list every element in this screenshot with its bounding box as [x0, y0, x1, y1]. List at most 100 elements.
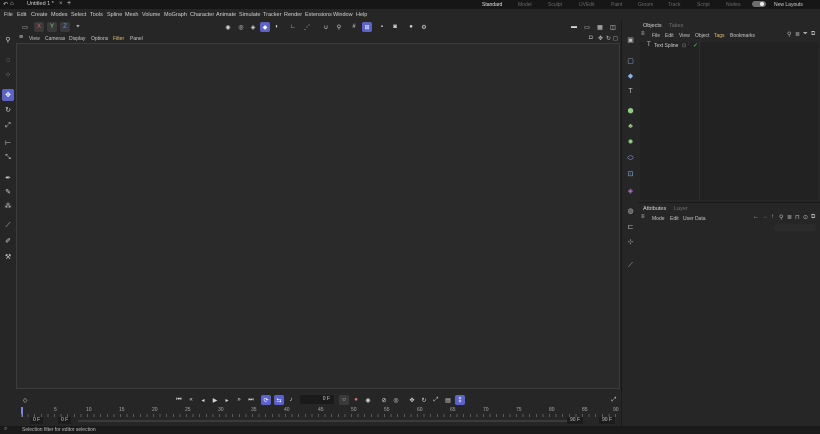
go-to-end-icon[interactable]: ⏭ — [246, 395, 256, 405]
scale-tool-icon[interactable]: ⤢ — [2, 120, 14, 132]
record-keyframe-icon[interactable]: ◉ — [363, 395, 373, 405]
viewport-menu-options[interactable]: Options — [91, 36, 108, 42]
spline-pen-icon[interactable]: ✒ — [2, 172, 14, 184]
forward-arrow-icon[interactable]: → — [762, 214, 768, 220]
tweak-mode-icon[interactable]: ⋰ — [302, 22, 312, 32]
3d-viewport[interactable] — [16, 43, 620, 389]
paint-tool-icon[interactable]: ✐ — [2, 235, 14, 247]
object-manager-toggle-icon[interactable]: ▣ — [625, 34, 636, 45]
viewport-camera-icon[interactable]: ◘ — [589, 35, 593, 41]
objects-menu-tags[interactable]: Tags — [714, 33, 725, 39]
menu-tools[interactable]: Tools — [90, 12, 103, 18]
cloner-icon[interactable]: ♣ — [625, 121, 636, 132]
axis-y-lock[interactable]: Y — [47, 22, 57, 32]
next-frame-icon[interactable]: ▸ — [222, 395, 232, 405]
viewport-layout-quad-icon[interactable]: ▦ — [595, 22, 605, 32]
menu-help[interactable]: Help — [356, 12, 367, 18]
menu-volume[interactable]: Volume — [142, 12, 160, 18]
spline-sketch-icon[interactable]: ✎ — [2, 186, 14, 198]
timeline-expand-icon[interactable]: ⤢ — [609, 395, 619, 405]
render-object-icon[interactable]: ⊏ — [625, 221, 636, 232]
attributes-menu-user-data[interactable]: User Data — [683, 216, 706, 222]
key-param-icon[interactable]: ▤ — [443, 395, 453, 405]
selection-tools-icon[interactable]: ⁘ — [2, 69, 14, 81]
objects-menu-bookmarks[interactable]: Bookmarks — [730, 33, 755, 39]
list-item[interactable]: T Text Spline ⊡ : ✓ — [640, 42, 818, 50]
previous-frame-icon[interactable]: ◂ — [198, 395, 208, 405]
cube-primitive-icon[interactable]: ◆ — [625, 70, 636, 81]
polygons-mode-icon[interactable]: ◈ — [248, 22, 258, 32]
preview-end-field[interactable]: 90 F — [567, 417, 584, 424]
render-region-icon[interactable]: ▪ — [377, 22, 387, 32]
objects-menu-file[interactable]: File — [652, 33, 660, 39]
viewport-menu-display[interactable]: Display — [69, 36, 85, 42]
layout-tab-groom[interactable]: Groom — [638, 2, 653, 8]
app-menu-icon[interactable]: ↶ — [3, 1, 8, 8]
key-filter-icon[interactable]: ◎ — [391, 395, 401, 405]
rotate-tool-icon[interactable]: ↻ — [2, 104, 14, 116]
range-end-field[interactable]: 90 F — [599, 417, 616, 424]
texture-mode-icon[interactable]: ◐ — [272, 22, 282, 32]
menu-spline[interactable]: Spline — [107, 12, 122, 18]
key-scale-icon[interactable]: ⤢ — [431, 395, 441, 405]
menu-edit[interactable]: Edit — [17, 12, 26, 18]
preview-start-field[interactable]: 0 F — [58, 417, 72, 424]
axis-mode-icon[interactable]: ∟ — [288, 22, 298, 32]
objects-list-icon[interactable]: ≣ — [795, 31, 800, 38]
up-arrow-icon[interactable]: ↑ — [771, 214, 774, 220]
timeline-ruler[interactable]: 5 10 15 20 25 30 35 40 45 50 55 60 65 70… — [21, 407, 619, 417]
viewport-layout-single-icon[interactable]: ▬ — [569, 22, 579, 32]
text-spline-icon[interactable]: T — [625, 86, 636, 97]
tab-layer[interactable]: Layer — [674, 206, 688, 212]
scene-icon[interactable]: ⊡ — [625, 168, 636, 179]
transfer-tool-icon[interactable]: ⊢ — [2, 137, 14, 149]
knife-tool-icon[interactable]: ⚒ — [2, 251, 14, 263]
tab-objects[interactable]: Objects — [643, 23, 662, 29]
sound-icon[interactable]: ♪ — [286, 395, 296, 405]
menu-file[interactable]: File — [4, 12, 13, 18]
visibility-dots-icon[interactable]: : — [688, 42, 689, 47]
move-tool-icon[interactable]: ✥ — [2, 89, 14, 101]
layout-tab-uvedit[interactable]: UVEdit — [579, 2, 595, 8]
layout-tab-sculpt[interactable]: Sculpt — [548, 2, 562, 8]
workplane-icon[interactable]: ⚲ — [334, 22, 344, 32]
lock-icon[interactable]: ⊓ — [795, 214, 800, 221]
viewport-rotate-icon[interactable]: ↻ — [606, 35, 611, 42]
points-mode-icon[interactable]: ◉ — [223, 22, 233, 32]
viewport-menu-cameras[interactable]: Cameras — [45, 36, 65, 42]
live-selection-icon[interactable]: ◌ — [2, 54, 14, 66]
record-icon[interactable]: ● — [351, 395, 361, 405]
home-icon[interactable]: ⌂ — [10, 1, 14, 7]
menu-mograph[interactable]: MoGraph — [164, 12, 187, 18]
viewport-menu-icon[interactable]: ≡ — [19, 34, 23, 41]
menu-window[interactable]: Window — [333, 12, 353, 18]
playback-mode-icon[interactable]: ⇆ — [274, 395, 284, 405]
render-settings-icon[interactable]: ⚙ — [419, 22, 429, 32]
current-frame-field[interactable]: 0 F — [300, 395, 334, 404]
material-icon[interactable]: ◍ — [625, 205, 636, 216]
loop-mode-icon[interactable]: ⟳ — [261, 395, 271, 405]
viewport-pan-icon[interactable]: ✥ — [598, 35, 603, 42]
magnet-snap-icon[interactable]: ∪ — [321, 22, 331, 32]
menu-render[interactable]: Render — [284, 12, 302, 18]
layout-toggle-switch[interactable] — [752, 1, 766, 7]
grid-snap-icon[interactable]: # — [349, 22, 359, 32]
viewport-menu-view[interactable]: View — [29, 36, 40, 42]
search-icon[interactable]: ⚲ — [2, 34, 14, 46]
null-object-icon[interactable]: ▢ — [625, 55, 636, 66]
field-icon[interactable]: ⬭ — [625, 153, 636, 164]
close-tab-icon[interactable]: × — [59, 1, 63, 7]
objects-menu-icon[interactable]: ≡ — [641, 31, 645, 37]
tag-icon[interactable]: ⊹ — [625, 236, 636, 247]
attributes-search-input[interactable] — [774, 224, 816, 231]
menu-modes[interactable]: Modes — [51, 12, 68, 18]
attributes-new-window-icon[interactable]: ⧉ — [811, 214, 815, 221]
new-tab-icon[interactable]: + — [67, 0, 71, 7]
go-to-start-icon[interactable]: ⏮ — [174, 395, 184, 405]
objects-new-window-icon[interactable]: ⧉ — [811, 31, 815, 38]
menu-animate[interactable]: Animate — [216, 12, 236, 18]
layout-tab-paint[interactable]: Paint — [611, 2, 622, 8]
keyframe-diamond-icon[interactable]: ◇ — [20, 395, 30, 405]
range-start-field[interactable]: 0 F — [30, 417, 44, 424]
attributes-search-icon[interactable]: ⚲ — [779, 214, 783, 221]
